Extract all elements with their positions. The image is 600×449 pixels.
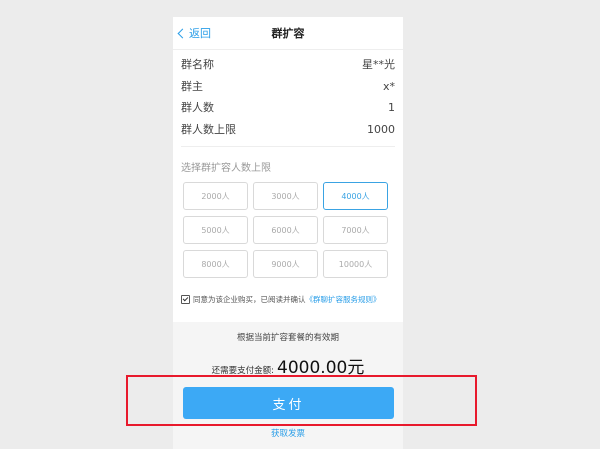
highlight-box: [126, 375, 477, 426]
option-grid: 2000人 3000人 4000人 5000人 6000人 7000人 8000…: [183, 182, 391, 278]
option-5000[interactable]: 5000人: [183, 216, 248, 244]
option-6000[interactable]: 6000人: [253, 216, 318, 244]
option-7000[interactable]: 7000人: [323, 216, 388, 244]
info-label: 群主: [181, 79, 203, 93]
info-value: x*: [382, 79, 395, 93]
info-value: 1: [388, 101, 395, 114]
invoice-link[interactable]: 获取发票: [173, 427, 403, 439]
info-value: 1000: [367, 122, 395, 136]
validity-note: 根据当前扩容套餐的有效期: [236, 333, 339, 343]
agreement-text: 同意为该企业购买，已阅读并确认: [193, 295, 306, 304]
info-row-member-count: 群人数 1: [181, 97, 395, 119]
agreement-row: 同意为该企业购买，已阅读并确认 《群聊扩容服务规则》: [181, 294, 395, 305]
option-3000[interactable]: 3000人: [253, 182, 318, 210]
info-value: 星**光: [362, 58, 395, 71]
info-label: 群人数: [181, 101, 214, 114]
info-row-owner: 群主 x*: [181, 76, 395, 98]
option-4000[interactable]: 4000人: [323, 182, 388, 210]
info-label: 群人数上限: [181, 122, 236, 136]
group-info: 群名称 星**光 群主 x* 群人数 1 群人数上限 1000: [173, 50, 403, 140]
nav-header: 返回 群扩容: [173, 17, 403, 50]
info-row-group-name: 群名称 星**光: [181, 54, 395, 76]
option-9000[interactable]: 9000人: [253, 250, 318, 278]
option-8000[interactable]: 8000人: [183, 250, 248, 278]
option-2000[interactable]: 2000人: [183, 182, 248, 210]
section-title: 选择群扩容人数上限: [181, 163, 271, 174]
info-row-member-limit: 群人数上限 1000: [181, 119, 395, 141]
option-10000[interactable]: 10000人: [323, 250, 388, 278]
info-label: 群名称: [181, 58, 214, 71]
agreement-checkbox[interactable]: [181, 295, 190, 304]
service-rules-link[interactable]: 《群聊扩容服务规则》: [306, 294, 381, 305]
page-title: 群扩容: [271, 27, 305, 40]
